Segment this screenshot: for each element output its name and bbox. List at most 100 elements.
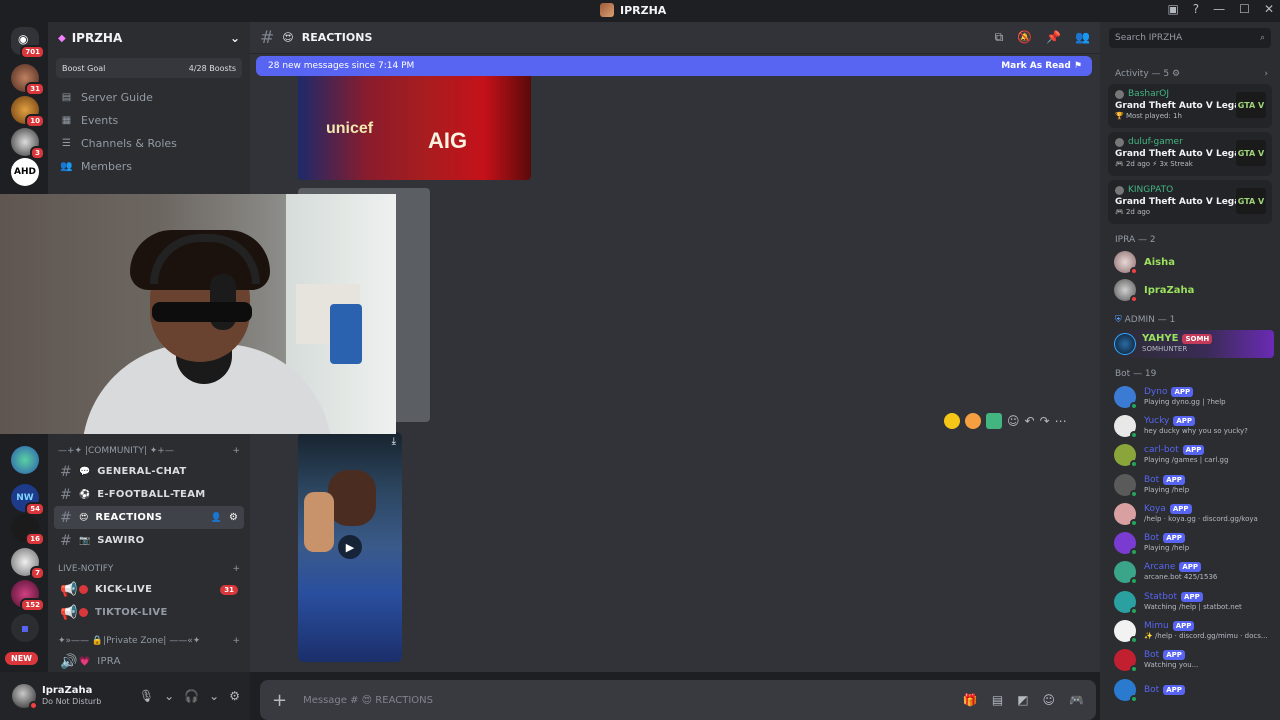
channel-sawiro[interactable]: # 📷 SAWIRO [54, 529, 244, 552]
add-reaction-icon[interactable]: ☺ [1007, 414, 1020, 428]
video-attachment[interactable]: ⤓ ▶ [298, 432, 402, 662]
server-icon[interactable]: 3 [11, 128, 45, 160]
avatar[interactable] [12, 684, 38, 710]
user-info[interactable]: IpraZaha Do Not Disturb [42, 685, 133, 707]
help-icon[interactable]: ? [1193, 2, 1199, 16]
channel-efootball[interactable]: # ⚽ E-FOOTBALL-TEAM [54, 483, 244, 506]
play-button[interactable]: ▶ [338, 535, 362, 559]
member-bot[interactable]: carl-bot APP Playing /games | carl.gg [1100, 441, 1280, 470]
server-badge: 7 [30, 566, 45, 580]
server-icon[interactable]: 7 [11, 548, 45, 580]
member-bot[interactable]: Dyno APP Playing dyno.gg | ?help [1100, 382, 1280, 411]
member-bot[interactable]: Yucky APP hey ducky why you so yucky? [1100, 411, 1280, 440]
server-icon[interactable] [11, 446, 39, 474]
calendar-icon: ▦ [61, 115, 72, 126]
member-iprazaha[interactable]: IpraZaha [1100, 276, 1280, 304]
message-input[interactable]: Message # 😍 REACTIONS [303, 695, 947, 706]
laugh-emoji-icon[interactable] [944, 413, 960, 429]
category-label: ✦»—— 🔒|Private Zone| ——«✦ [58, 636, 201, 646]
maximize-button[interactable]: ☐ [1239, 2, 1250, 16]
microphone-icon[interactable]: 🎙 [139, 689, 154, 703]
member-bot[interactable]: Bot APP Playing /help [1100, 470, 1280, 499]
member-bot[interactable]: Koya APP/help · koya.gg · discord.gg/koya [1100, 499, 1280, 528]
window-title-text: IPRZHA [620, 3, 667, 17]
bell-muted-icon[interactable]: 🔕 [1017, 30, 1032, 45]
gear-icon[interactable]: ⚙ [229, 689, 240, 703]
member-bot[interactable]: Bot APP Watching you... [1100, 646, 1280, 675]
member-list-icon[interactable]: 👥 [1075, 30, 1090, 45]
member-bot[interactable]: Mimu APP ✨ /help · discord.gg/mimu · docs.… [1100, 616, 1280, 645]
new-messages-bar[interactable]: 28 new messages since 7:14 PM Mark As Re… [256, 56, 1092, 76]
member-bot[interactable]: Arcane APP arcane.bot 425/1536 [1100, 558, 1280, 587]
hearts-emoji-icon[interactable] [965, 413, 981, 429]
channel-general-chat[interactable]: # 💬 GENERAL-CHAT [54, 460, 244, 483]
channel-tiktok-live[interactable]: 📢 TIKTOK-LIVE [54, 601, 244, 624]
folder-icon[interactable]: ▪ [11, 614, 39, 642]
gear-icon: ⚙ [1171, 69, 1181, 79]
activity-card[interactable]: duluf-gamer Grand Theft Auto V Legacy 🎮 … [1108, 132, 1272, 176]
server-icon[interactable]: 10 [11, 96, 45, 128]
member-aisha[interactable]: Aisha [1100, 248, 1280, 276]
category-live-notify[interactable]: LIVE-NOTIFY + [48, 560, 250, 578]
nav-channels-roles[interactable]: ☰ Channels & Roles [48, 132, 250, 155]
category-community[interactable]: —+✦ |COMMUNITY| ✦+— + [48, 442, 250, 460]
headphones-icon[interactable]: 🎧 [184, 689, 199, 703]
search-input[interactable]: Search IPRZHA ⌕ [1109, 28, 1271, 48]
download-icon[interactable]: ⤓ [392, 436, 396, 447]
header-toolbar: ⧉ 🔕 📌 👥 [995, 30, 1090, 45]
nav-server-guide[interactable]: ▤ Server Guide [48, 86, 250, 109]
add-channel-icon[interactable]: + [232, 446, 240, 456]
pin-icon[interactable]: 📌 [1046, 30, 1061, 45]
threads-icon[interactable]: ⧉ [995, 30, 1004, 45]
server-header[interactable]: ◆ IPRZHA ⌄ [48, 22, 250, 54]
member-admin[interactable]: YAHYE SOMH SOMHUNTER [1106, 330, 1274, 358]
add-attachment-icon[interactable]: + [272, 690, 287, 711]
guide-icon: ▤ [61, 92, 72, 103]
activity-header[interactable]: Activity — 5 ⚙ › [1100, 66, 1280, 82]
image-attachment-jerseys[interactable]: unicef AIG [298, 76, 531, 180]
home-button[interactable]: ◉ 701 [11, 27, 45, 59]
minimize-button[interactable]: — [1213, 2, 1225, 16]
server-icon-ahd[interactable]: AHD [11, 158, 39, 186]
forward-icon[interactable]: ↷ [1040, 414, 1050, 428]
nav-label: Channels & Roles [81, 137, 177, 150]
member-bot[interactable]: Bot APP Playing /help [1100, 528, 1280, 557]
invite-icon[interactable]: 👤 [211, 513, 222, 523]
reply-icon[interactable]: ↶ [1025, 414, 1035, 428]
add-channel-icon[interactable]: + [232, 564, 240, 574]
activity-card[interactable]: BasharOJ Grand Theft Auto V Legacy 🏆 Mos… [1108, 84, 1272, 128]
boost-goal[interactable]: Boost Goal 4/28 Boosts [56, 58, 242, 78]
status-icon [1130, 460, 1138, 469]
close-button[interactable]: ✕ [1264, 2, 1274, 16]
sticker-icon[interactable]: ◩ [1017, 693, 1028, 707]
chevron-down-icon[interactable]: ⌄ [164, 689, 174, 703]
activity-icon[interactable]: 🎮 [1069, 693, 1084, 707]
server-icon[interactable]: 16 [11, 514, 45, 546]
gear-icon[interactable]: ⚙ [229, 512, 238, 523]
emoji-picker-icon[interactable]: ☺ [1043, 693, 1056, 707]
avatar [1114, 561, 1138, 586]
gift-icon[interactable]: 🎁 [963, 693, 978, 707]
server-icon-iprzha[interactable]: 31 [11, 64, 45, 96]
more-icon[interactable]: ⋯ [1055, 414, 1067, 428]
member-bot[interactable]: Bot APP [1100, 675, 1280, 704]
status-icon [1130, 606, 1138, 615]
nav-members[interactable]: 👥 Members [48, 155, 250, 178]
gif-icon[interactable]: ▤ [992, 693, 1003, 707]
nav-events[interactable]: ▦ Events [48, 109, 250, 132]
category-private-zone[interactable]: ✦»—— 🔒|Private Zone| ——«✦ + [48, 632, 250, 650]
channel-kick-live[interactable]: 📢 KICK-LIVE 31 [54, 578, 244, 601]
activity-card[interactable]: KINGPATO Grand Theft Auto V Legacy 🎮 2d … [1108, 180, 1272, 224]
channel-reactions[interactable]: # 😍 REACTIONS 👤 ⚙ [54, 506, 244, 529]
server-icon-nw[interactable]: NW 54 [11, 484, 45, 516]
mark-as-read-button[interactable]: Mark As Read ⚑ [1001, 61, 1082, 71]
inbox-icon[interactable]: ▣ [1167, 2, 1178, 16]
chevron-down-icon[interactable]: ⌄ [209, 689, 219, 703]
add-channel-icon[interactable]: + [232, 636, 240, 646]
channel-ipra-voice[interactable]: 🔊 💗 IPRA [54, 650, 244, 673]
server-icon[interactable]: 152 [11, 580, 45, 612]
check-emoji-icon[interactable] [986, 413, 1002, 429]
message-composer[interactable]: + Message # 😍 REACTIONS 🎁 ▤ ◩ ☺ 🎮 [260, 680, 1096, 720]
search-icon: ⌕ [1259, 33, 1265, 43]
member-bot[interactable]: Statbot APP Watching /help | statbot.net [1100, 587, 1280, 616]
